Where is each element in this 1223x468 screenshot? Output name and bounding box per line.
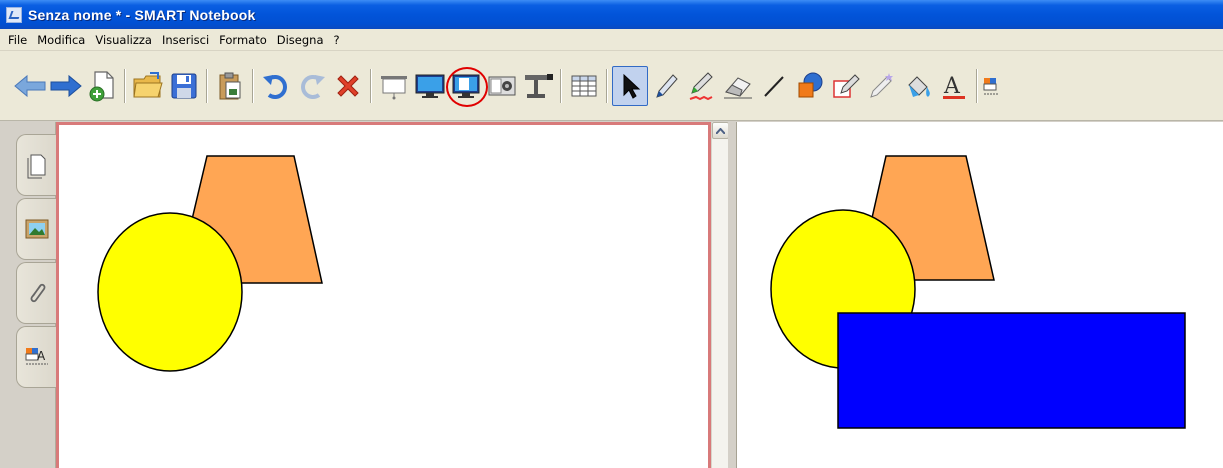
menu-inserisci[interactable]: Inserisci: [157, 30, 214, 50]
side-tab-bar: A: [0, 122, 56, 468]
save-icon: [171, 73, 197, 98]
pane-divider: [728, 122, 736, 468]
fill-button[interactable]: [900, 66, 936, 106]
creative-pen-icon: [689, 71, 713, 100]
gallery-tab[interactable]: [16, 198, 56, 260]
properties-button[interactable]: [982, 66, 1002, 106]
title-bar: Senza nome * - SMART Notebook: [0, 0, 1223, 29]
capture-button[interactable]: [484, 66, 520, 106]
window-title: Senza nome * - SMART Notebook: [28, 6, 256, 23]
add-page-button[interactable]: [84, 66, 120, 106]
paste-icon: [219, 72, 241, 99]
svg-text:A: A: [37, 349, 46, 363]
delete-icon: [337, 74, 359, 97]
shapes-button[interactable]: [792, 66, 828, 106]
magic-pen-icon: [870, 72, 893, 98]
forward-button[interactable]: [48, 66, 84, 106]
text-icon: A: [943, 74, 965, 99]
menu-formato[interactable]: Formato: [214, 30, 272, 50]
select-button[interactable]: [612, 65, 648, 106]
pen-button[interactable]: [648, 66, 684, 106]
undo-icon: [263, 74, 287, 99]
line-button[interactable]: [756, 66, 792, 106]
gallery-icon: [25, 219, 48, 239]
screen-shade-button[interactable]: [376, 66, 412, 106]
properties-icon: A: [25, 348, 48, 365]
screen-shade-icon: [381, 75, 407, 99]
capture-icon: [488, 76, 516, 95]
page-canvas-left[interactable]: [56, 122, 711, 468]
open-file-icon: [133, 71, 163, 97]
undo-button[interactable]: [258, 66, 294, 106]
attachments-tab[interactable]: [16, 262, 56, 324]
table-button[interactable]: [566, 66, 602, 106]
main-toolbar: A: [0, 51, 1223, 121]
open-file-button[interactable]: [130, 66, 166, 106]
paste-button[interactable]: [212, 66, 248, 106]
menu-help[interactable]: ?: [329, 30, 345, 50]
toolbar-separator: [252, 68, 254, 103]
toolbar-separator: [606, 68, 608, 103]
delete-button[interactable]: [330, 66, 366, 106]
forward-icon: [50, 74, 82, 97]
properties-icon: [983, 77, 998, 94]
toolbar-separator: [560, 68, 562, 103]
redo-icon: [301, 74, 325, 99]
full-screen-button[interactable]: [412, 66, 448, 106]
eraser-icon: [724, 76, 752, 98]
page-sorter-tab[interactable]: [16, 134, 56, 196]
back-button[interactable]: [12, 66, 48, 106]
creative-pen-button[interactable]: [684, 66, 720, 106]
toolbar-separator: [976, 68, 978, 103]
dual-page-icon: [452, 74, 480, 98]
scroll-up-button[interactable]: [712, 122, 729, 139]
toolbar-separator: [206, 68, 208, 103]
shapes-icon: [798, 72, 823, 97]
pen-icon: [656, 73, 678, 98]
menu-disegna[interactable]: Disegna: [272, 30, 329, 50]
magic-pen-button[interactable]: [864, 66, 900, 106]
document-camera-button[interactable]: [520, 66, 556, 106]
menu-modifica[interactable]: Modifica: [32, 30, 90, 50]
redo-button[interactable]: [294, 66, 330, 106]
add-page-icon: [89, 70, 114, 101]
circle-shape[interactable]: [97, 212, 243, 372]
notebook-app-icon: [6, 6, 22, 23]
rectangle-shape[interactable]: [837, 312, 1186, 429]
chevron-up-icon: [716, 127, 725, 134]
page-canvas-right[interactable]: [736, 122, 1223, 468]
table-icon: [571, 75, 597, 96]
smart-notebook-window: Senza nome * - SMART Notebook File Modif…: [0, 0, 1223, 468]
menu-visualizza[interactable]: Visualizza: [90, 30, 157, 50]
page-sorter-icon: [27, 154, 45, 179]
line-icon: [764, 75, 784, 97]
save-button[interactable]: [166, 66, 202, 106]
vertical-scrollbar[interactable]: [711, 122, 729, 468]
eraser-button[interactable]: [720, 66, 756, 106]
attachments-icon: [30, 283, 45, 303]
page-right-drawing: [770, 155, 1186, 429]
full-screen-icon: [415, 74, 445, 98]
properties-tab[interactable]: A: [16, 326, 56, 388]
fill-icon: [908, 75, 930, 97]
back-icon: [14, 74, 46, 97]
select-icon: [623, 73, 641, 99]
menu-file[interactable]: File: [3, 30, 32, 50]
menu-bar: File Modifica Visualizza Inserisci Forma…: [0, 29, 1223, 51]
document-camera-icon: [525, 73, 553, 98]
shape-recognition-pen-icon: [833, 73, 860, 98]
shape-recognition-pen-button[interactable]: [828, 66, 864, 106]
toolbar-separator: [370, 68, 372, 103]
toolbar-separator: [124, 68, 126, 103]
text-button[interactable]: A: [936, 66, 972, 106]
svg-text:A: A: [943, 74, 961, 99]
dual-page-button[interactable]: [446, 66, 488, 107]
page-left-drawing: [97, 155, 323, 372]
